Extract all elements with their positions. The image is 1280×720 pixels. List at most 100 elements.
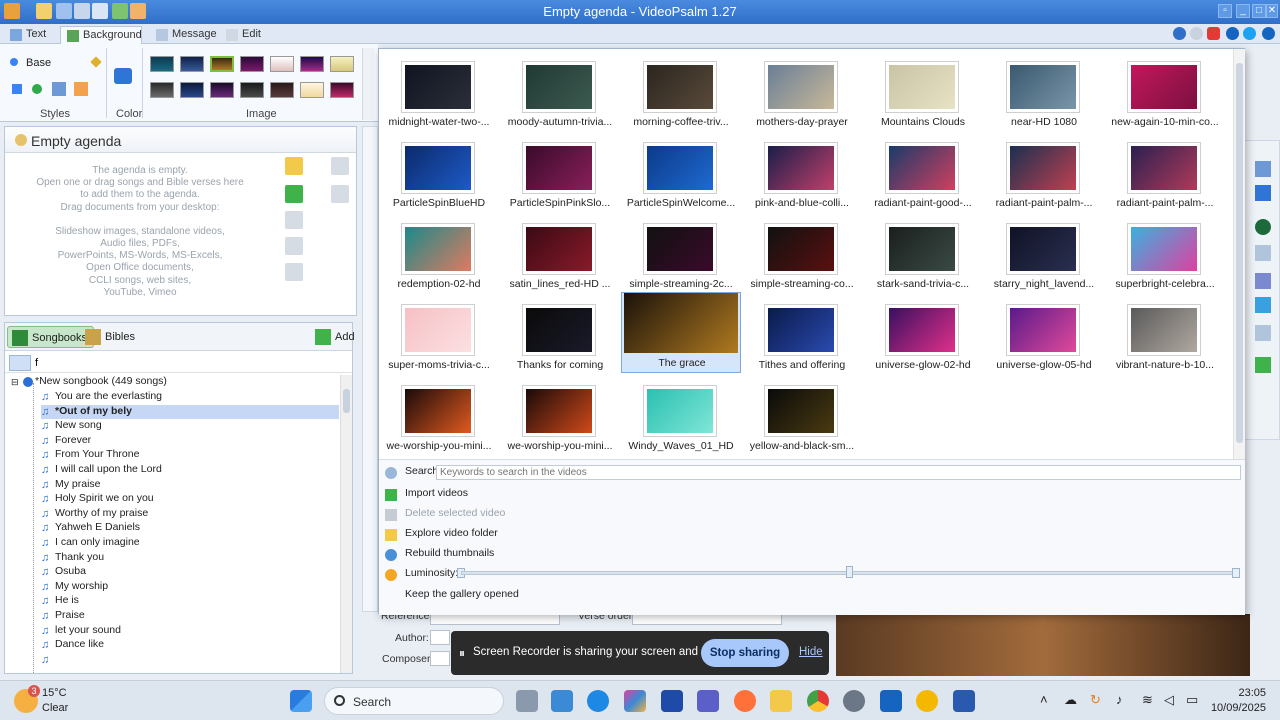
edge-icon[interactable] [587, 690, 609, 712]
tool-icon[interactable] [1255, 273, 1271, 289]
add-button[interactable]: Add [311, 326, 361, 348]
song-item[interactable]: ♫ My worship [41, 580, 108, 595]
help-icon[interactable] [1173, 27, 1186, 40]
song-item[interactable]: ♫ Praise [41, 609, 85, 624]
mic-icon[interactable]: ♪ [1116, 692, 1123, 707]
chevron-up-icon[interactable]: ˄ [1040, 692, 1048, 707]
video-tile[interactable]: Mountains Clouds [863, 55, 983, 133]
paint-bucket-icon[interactable] [114, 68, 132, 84]
tool-icon[interactable] [1255, 325, 1271, 341]
delete-icon[interactable] [285, 263, 303, 281]
explore-folder-button[interactable]: Explore video folder [383, 527, 498, 545]
search-icon[interactable] [9, 355, 31, 371]
song-item[interactable]: ♫ New song [41, 419, 102, 434]
screen-recorder-icon[interactable] [953, 690, 975, 712]
font-style-icon[interactable] [52, 82, 66, 96]
task-view-icon[interactable] [516, 690, 538, 712]
gallery-scrollbar[interactable] [1233, 49, 1245, 459]
song-item[interactable]: ♫ Forever [41, 434, 91, 449]
tool-icon[interactable] [1255, 357, 1271, 373]
delete-video-button[interactable]: Delete selected video [383, 507, 505, 525]
close-button[interactable]: ✕ [1266, 4, 1278, 18]
video-tile[interactable]: Tithes and offering [742, 298, 862, 376]
volume-icon[interactable]: ◁ [1164, 692, 1174, 708]
tab-bibles[interactable]: Bibles [81, 326, 141, 348]
tool-icon[interactable] [1255, 161, 1271, 177]
song-search-input[interactable] [35, 355, 335, 371]
background-thumb[interactable] [330, 82, 354, 98]
composer-field[interactable] [430, 651, 450, 666]
video-tile[interactable]: The grace [621, 292, 741, 373]
minimize-button[interactable]: _ [1236, 4, 1250, 18]
song-item[interactable]: ♫ *Out of my bely [41, 404, 339, 420]
wifi-icon[interactable]: ≋ [1142, 692, 1153, 708]
hide-link[interactable]: Hide [799, 646, 823, 658]
video-tile[interactable]: we-worship-you-mini... [500, 379, 620, 457]
video-tile[interactable]: ParticleSpinBlueHD [379, 136, 499, 214]
tab-message[interactable]: Message [150, 26, 225, 44]
windows-start-icon[interactable] [290, 690, 312, 712]
video-tile[interactable]: radiant-paint-good-... [863, 136, 983, 214]
brush-icon[interactable] [74, 82, 88, 96]
social-icon[interactable] [1262, 27, 1275, 40]
song-item[interactable]: ♫ [41, 653, 55, 668]
video-tile[interactable]: simple-streaming-co... [742, 217, 862, 295]
copilot-icon[interactable] [624, 690, 646, 712]
collapse-icon[interactable]: ⊟ [11, 377, 19, 388]
background-thumb[interactable] [150, 56, 174, 72]
clock-time[interactable]: 23:05 [1210, 687, 1266, 699]
background-thumb[interactable] [210, 82, 234, 98]
teams-icon[interactable] [697, 690, 719, 712]
firefox-icon[interactable] [734, 690, 756, 712]
song-item[interactable]: ♫ Osuba [41, 565, 86, 580]
sync-icon[interactable]: ↻ [1090, 692, 1101, 708]
background-thumb[interactable] [300, 56, 324, 72]
tool-icon[interactable] [1255, 219, 1271, 235]
video-tile[interactable]: new-again-10-min-co... [1105, 55, 1225, 133]
file-explorer-icon[interactable] [770, 690, 792, 712]
defender-icon[interactable] [880, 690, 902, 712]
video-tile[interactable]: morning-coffee-triv... [621, 55, 741, 133]
pin-icon[interactable] [12, 84, 22, 94]
luminosity-increase[interactable] [1232, 568, 1240, 578]
videopsalm-icon[interactable] [916, 690, 938, 712]
video-tile[interactable]: radiant-paint-palm-... [984, 136, 1104, 214]
store-icon[interactable] [551, 690, 573, 712]
background-thumb[interactable] [180, 82, 204, 98]
save-agenda-icon[interactable] [285, 211, 303, 229]
taskbar-search[interactable]: Search [324, 687, 504, 715]
video-tile[interactable]: simple-streaming-2c... [621, 217, 741, 295]
chrome-icon[interactable] [807, 690, 829, 712]
video-tile[interactable]: we-worship-you-mini... [379, 379, 499, 457]
background-thumb[interactable] [270, 56, 294, 72]
background-thumb[interactable] [180, 56, 204, 72]
copy-icon[interactable] [285, 237, 303, 255]
tab-text[interactable]: Text [4, 26, 54, 44]
video-tile[interactable]: universe-glow-05-hd [984, 298, 1104, 376]
video-tile[interactable]: ParticleSpinWelcome... [621, 136, 741, 214]
cloud-icon[interactable]: ☁ [1064, 692, 1077, 708]
video-tile[interactable]: redemption-02-hd [379, 217, 499, 295]
author-field[interactable] [430, 630, 450, 645]
video-search-input[interactable] [436, 465, 1241, 480]
tool-icon[interactable] [1255, 297, 1271, 313]
tab-background[interactable]: Background [60, 26, 142, 44]
style-edit-icon[interactable] [90, 56, 102, 68]
stop-sharing-button[interactable]: Stop sharing [701, 639, 789, 667]
move-down-icon[interactable] [331, 185, 349, 203]
clock-date[interactable]: 10/09/2025 [1210, 702, 1266, 714]
video-tile[interactable]: moody-autumn-trivia... [500, 55, 620, 133]
song-item[interactable]: ♫ He is [41, 594, 79, 609]
song-item[interactable]: ♫ Yahweh E Daniels [41, 521, 140, 536]
scrollbar-thumb[interactable] [343, 389, 350, 413]
twitter-icon[interactable] [1243, 27, 1256, 40]
song-item[interactable]: ♫ I will call upon the Lord [41, 463, 162, 478]
email-icon[interactable] [1190, 27, 1203, 40]
video-tile[interactable]: satin_lines_red-HD ... [500, 217, 620, 295]
video-tile[interactable]: stark-sand-trivia-c... [863, 217, 983, 295]
song-item[interactable]: ♫ Worthy of my praise [41, 507, 148, 522]
add-agenda-icon[interactable] [285, 185, 303, 203]
song-list-scrollbar[interactable] [340, 375, 352, 673]
video-tile[interactable]: starry_night_lavend... [984, 217, 1104, 295]
songbook-root[interactable]: ⊟ *New songbook (449 songs) [11, 375, 167, 390]
